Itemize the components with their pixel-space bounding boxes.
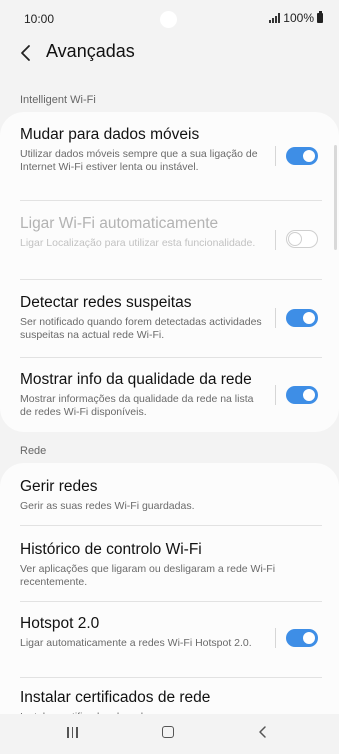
setting-title: Mostrar info da qualidade da rede — [20, 371, 252, 388]
setting-auto-enable-wifi[interactable]: Ligar Wi-Fi automaticamente Ligar Locali… — [0, 201, 339, 279]
battery-percentage: 100% — [283, 11, 314, 25]
setting-description: Ser notificado quando forem detectadas a… — [20, 316, 262, 341]
recent-apps-icon[interactable] — [67, 727, 78, 738]
setting-description: Ligar Localização para utilizar esta fun… — [20, 237, 256, 249]
section-label-intelligent-wifi: Intelligent Wi-Fi — [20, 94, 96, 106]
separator — [275, 230, 276, 250]
section-label-rede: Rede — [20, 445, 47, 457]
setting-description: Utilizar dados móveis sempre que a sua l… — [20, 148, 258, 173]
setting-title: Gerir redes — [20, 478, 98, 495]
setting-title: Mudar para dados móveis — [20, 126, 200, 143]
setting-wifi-control-history[interactable]: Histórico de controlo Wi-Fi Ver aplicaçõ… — [0, 526, 339, 601]
toggle-switch[interactable] — [286, 147, 318, 165]
toggle-switch[interactable] — [286, 386, 318, 404]
setting-description: Gerir as suas redes Wi-Fi guardadas. — [20, 500, 195, 512]
toggle-switch[interactable] — [286, 309, 318, 327]
separator — [275, 628, 276, 648]
chevron-left-icon[interactable] — [16, 42, 38, 64]
setting-description: Ver aplicações que ligaram ou desligaram… — [20, 563, 276, 588]
setting-detect-suspicious-networks[interactable]: Detectar redes suspeitas Ser notificado … — [0, 280, 339, 356]
toggle-switch[interactable] — [286, 230, 318, 248]
separator — [275, 308, 276, 328]
nav-back-icon[interactable] — [256, 725, 270, 739]
setting-hotspot-2[interactable]: Hotspot 2.0 Ligar automaticamente a rede… — [0, 602, 339, 677]
intelligent-wifi-card: Mudar para dados móveis Utilizar dados m… — [0, 112, 339, 432]
setting-switch-to-mobile-data[interactable]: Mudar para dados móveis Utilizar dados m… — [0, 112, 339, 200]
setting-manage-networks[interactable]: Gerir redes Gerir as suas redes Wi-Fi gu… — [0, 463, 339, 525]
setting-description: Mostrar informações da qualidade da rede… — [20, 393, 254, 418]
status-bar: 10:00 100% — [0, 0, 339, 38]
separator — [275, 385, 276, 405]
setting-description: Ligar automaticamente a redes Wi-Fi Hots… — [20, 637, 252, 649]
battery-icon — [317, 11, 323, 23]
home-icon[interactable] — [162, 726, 174, 738]
scrollbar[interactable] — [334, 145, 337, 250]
rede-card: Gerir redes Gerir as suas redes Wi-Fi gu… — [0, 463, 339, 743]
setting-title: Instalar certificados de rede — [20, 689, 211, 706]
signal-icon — [269, 13, 281, 23]
setting-title: Hotspot 2.0 — [20, 615, 100, 632]
navigation-bar — [0, 714, 339, 754]
separator — [275, 146, 276, 166]
toggle-switch[interactable] — [286, 629, 318, 647]
page-title: Avançadas — [46, 41, 135, 61]
setting-title: Detectar redes suspeitas — [20, 294, 192, 311]
setting-title: Histórico de controlo Wi-Fi — [20, 541, 202, 558]
status-time: 10:00 — [24, 12, 55, 26]
status-indicators: 100% — [269, 11, 323, 25]
app-header: Avançadas — [0, 38, 339, 88]
setting-show-network-quality[interactable]: Mostrar info da qualidade da rede Mostra… — [0, 358, 339, 432]
camera-cutout — [160, 11, 177, 28]
setting-title: Ligar Wi-Fi automaticamente — [20, 215, 219, 232]
